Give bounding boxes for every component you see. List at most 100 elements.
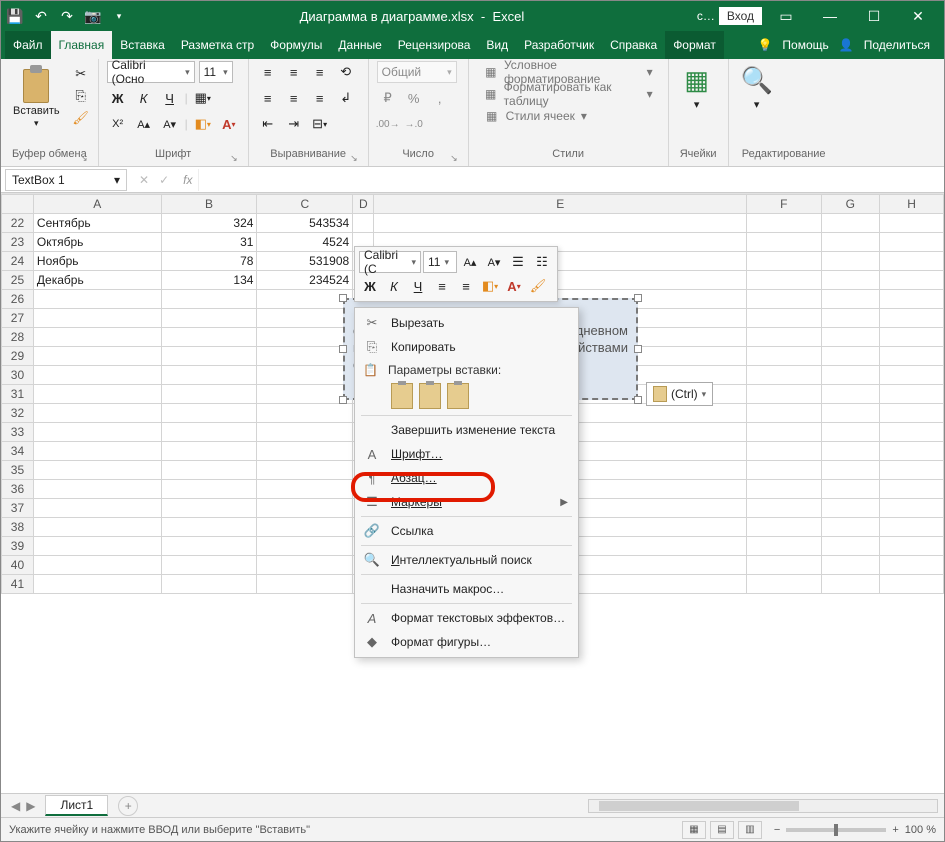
- cell[interactable]: [257, 480, 353, 499]
- orientation-button[interactable]: ⟲: [335, 61, 357, 83]
- mini-numbering-button[interactable]: ☷: [531, 251, 553, 273]
- cell[interactable]: [747, 290, 822, 309]
- cell[interactable]: [821, 556, 880, 575]
- row-header-22[interactable]: 22: [2, 214, 34, 233]
- cell[interactable]: [821, 366, 880, 385]
- worksheet-area[interactable]: A B C D E F G H 22 Сентябрь 324 543534 2…: [1, 193, 944, 793]
- merge-button[interactable]: ⊟▾: [309, 113, 331, 135]
- cell[interactable]: [747, 328, 822, 347]
- resize-handle[interactable]: [339, 294, 347, 302]
- tab-formulas[interactable]: Формулы: [262, 31, 330, 59]
- wrap-text-button[interactable]: ↲: [335, 87, 357, 109]
- align-launcher-icon[interactable]: ↘: [350, 153, 358, 164]
- cell[interactable]: [33, 347, 161, 366]
- cell[interactable]: [821, 423, 880, 442]
- tab-home[interactable]: Главная: [51, 31, 113, 59]
- format-painter-icon[interactable]: 🖌: [72, 109, 90, 127]
- mini-underline-button[interactable]: Ч: [407, 275, 429, 297]
- cell[interactable]: [747, 537, 822, 556]
- cell[interactable]: [821, 480, 880, 499]
- cell[interactable]: [161, 518, 257, 537]
- cell-B24[interactable]: 78: [161, 252, 257, 271]
- cell[interactable]: [821, 252, 880, 271]
- cell[interactable]: [161, 480, 257, 499]
- resize-handle[interactable]: [634, 396, 642, 404]
- mini-grow-font-button[interactable]: A▴: [459, 251, 481, 273]
- menu-shape-format[interactable]: ◆Формат фигуры…: [357, 630, 576, 654]
- cell[interactable]: [33, 518, 161, 537]
- resize-handle[interactable]: [339, 345, 347, 353]
- font-color-button[interactable]: A▾: [218, 113, 240, 135]
- menu-link[interactable]: 🔗Ссылка: [357, 519, 576, 543]
- menu-smart-lookup[interactable]: 🔍ИИнтеллектуальный поискнтеллектуальный …: [357, 548, 576, 572]
- cell[interactable]: [880, 290, 944, 309]
- maximize-button[interactable]: ☐: [854, 3, 894, 29]
- cell[interactable]: [747, 404, 822, 423]
- cell[interactable]: [747, 309, 822, 328]
- cell[interactable]: [821, 271, 880, 290]
- cell[interactable]: [33, 423, 161, 442]
- bold-button[interactable]: Ж: [107, 87, 129, 109]
- menu-text-effects-format[interactable]: AФормат текстовых эффектов…: [357, 606, 576, 630]
- cell[interactable]: [353, 214, 374, 233]
- col-header-B[interactable]: B: [161, 195, 257, 214]
- cell[interactable]: [821, 499, 880, 518]
- col-header-C[interactable]: C: [257, 195, 353, 214]
- menu-font[interactable]: AШрифт…: [357, 442, 576, 466]
- cell[interactable]: [257, 499, 353, 518]
- cell-A24[interactable]: Ноябрь: [33, 252, 161, 271]
- save-icon[interactable]: 💾: [7, 8, 23, 24]
- add-sheet-button[interactable]: +: [118, 796, 138, 816]
- font-launcher-icon[interactable]: ↘: [230, 153, 238, 164]
- cell[interactable]: [880, 423, 944, 442]
- align-right-button[interactable]: ≡: [309, 87, 331, 109]
- signin-button[interactable]: Вход: [719, 7, 762, 25]
- cell[interactable]: [161, 461, 257, 480]
- tab-format[interactable]: Формат: [665, 31, 724, 59]
- copy-icon[interactable]: ⎘: [72, 87, 90, 105]
- cell[interactable]: [161, 385, 257, 404]
- cell[interactable]: [821, 309, 880, 328]
- ribbon-display-icon[interactable]: ▭: [766, 3, 806, 29]
- align-top-button[interactable]: ≡: [257, 61, 279, 83]
- cell[interactable]: [747, 556, 822, 575]
- menu-bullets[interactable]: ☰Маркеры▶: [357, 490, 576, 514]
- cell[interactable]: [747, 252, 822, 271]
- cell[interactable]: [880, 537, 944, 556]
- align-left-button[interactable]: ≡: [257, 87, 279, 109]
- minimize-button[interactable]: —: [810, 3, 850, 29]
- cell[interactable]: [33, 404, 161, 423]
- cell[interactable]: [33, 309, 161, 328]
- zoom-out-button[interactable]: −: [774, 824, 780, 836]
- cell-C25[interactable]: 234524: [257, 271, 353, 290]
- cell[interactable]: [880, 480, 944, 499]
- cell[interactable]: [880, 214, 944, 233]
- undo-icon[interactable]: ↶: [33, 8, 49, 24]
- mini-align-button[interactable]: ≡: [431, 275, 453, 297]
- mini-shrink-font-button[interactable]: A▾: [483, 251, 505, 273]
- cell[interactable]: [747, 271, 822, 290]
- cell[interactable]: [161, 290, 257, 309]
- row-header-28[interactable]: 28: [2, 328, 34, 347]
- row-header-29[interactable]: 29: [2, 347, 34, 366]
- row-header-38[interactable]: 38: [2, 518, 34, 537]
- row-header-34[interactable]: 34: [2, 442, 34, 461]
- row-header-25[interactable]: 25: [2, 271, 34, 290]
- paste-option-1[interactable]: [391, 383, 413, 409]
- menu-paragraph[interactable]: ¶Абзац…: [357, 466, 576, 490]
- cell[interactable]: [257, 556, 353, 575]
- row-header-35[interactable]: 35: [2, 461, 34, 480]
- percent-button[interactable]: %: [403, 87, 425, 109]
- share-button[interactable]: Поделиться: [860, 38, 934, 52]
- cell-A25[interactable]: Декабрь: [33, 271, 161, 290]
- cell[interactable]: [821, 461, 880, 480]
- cell[interactable]: [821, 385, 880, 404]
- menu-copy[interactable]: ⎘Копировать: [357, 335, 576, 359]
- row-header-30[interactable]: 30: [2, 366, 34, 385]
- row-header-40[interactable]: 40: [2, 556, 34, 575]
- cell-B25[interactable]: 134: [161, 271, 257, 290]
- cancel-edit-icon[interactable]: ✕: [139, 173, 149, 187]
- mini-font-selector[interactable]: Calibri (С▾: [359, 251, 421, 273]
- row-header-31[interactable]: 31: [2, 385, 34, 404]
- cell-A22[interactable]: Сентябрь: [33, 214, 161, 233]
